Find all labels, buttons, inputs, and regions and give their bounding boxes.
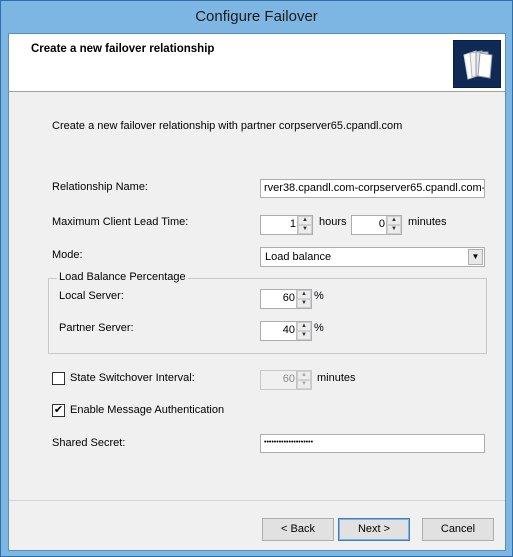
spin-up-icon[interactable]: ▲	[297, 322, 311, 331]
mclt-minutes-stepper[interactable]: 0 ▲ ▼	[351, 215, 402, 235]
spin-down-icon[interactable]: ▼	[297, 331, 311, 340]
mode-value: Load balance	[265, 251, 332, 263]
mode-select[interactable]: Load balance ▼	[260, 247, 485, 267]
mclt-hours-stepper[interactable]: 1 ▲ ▼	[260, 215, 313, 235]
partner-server-label: Partner Server:	[59, 322, 134, 334]
intro-text: Create a new failover relationship with …	[52, 120, 403, 132]
mclt-minutes-value: 0	[378, 218, 385, 230]
mclt-hours-value: 1	[289, 218, 296, 230]
local-percent-sign: %	[314, 290, 324, 302]
checkmark-icon: ✔	[53, 404, 64, 416]
mode-label: Mode:	[52, 249, 83, 261]
partner-server-value: 40	[282, 324, 295, 336]
page-title: Create a new failover relationship	[31, 43, 215, 55]
wizard-header: Create a new failover relationship	[9, 34, 505, 92]
minutes-label: minutes	[408, 216, 447, 228]
state-switchover-value: 60	[282, 373, 295, 385]
hours-label: hours	[319, 216, 347, 228]
folders-icon	[453, 40, 501, 88]
load-balance-legend: Load Balance Percentage	[57, 271, 188, 283]
next-button[interactable]: Next >	[338, 518, 410, 541]
message-auth-checkbox[interactable]: ✔	[52, 404, 65, 417]
shared-secret-label: Shared Secret:	[52, 437, 126, 449]
local-server-stepper[interactable]: 60 ▲ ▼	[260, 289, 312, 309]
spin-up-icon[interactable]: ▲	[297, 290, 311, 299]
spin-down-icon[interactable]: ▼	[298, 225, 312, 234]
window-title: Configure Failover	[1, 1, 512, 33]
chevron-down-icon[interactable]: ▼	[468, 249, 483, 265]
state-switchover-checkbox[interactable]	[52, 372, 65, 385]
state-switchover-stepper[interactable]: 60 ▲ ▼	[260, 370, 312, 390]
message-auth-label: Enable Message Authentication	[70, 404, 225, 416]
configure-failover-window: Configure Failover Create a new failover…	[0, 0, 513, 557]
local-server-label: Local Server:	[59, 290, 124, 302]
partner-server-stepper[interactable]: 40 ▲ ▼	[260, 321, 312, 341]
spin-down-icon[interactable]: ▼	[387, 225, 401, 234]
spin-down-icon: ▼	[297, 380, 311, 389]
spin-up-icon[interactable]: ▲	[298, 216, 312, 225]
partner-percent-sign: %	[314, 322, 324, 334]
mclt-label: Maximum Client Lead Time:	[52, 216, 189, 228]
local-server-value: 60	[282, 292, 295, 304]
back-button[interactable]: < Back	[262, 518, 334, 541]
state-switchover-unit: minutes	[317, 372, 356, 384]
spin-up-icon: ▲	[297, 371, 311, 380]
relationship-name-label: Relationship Name:	[52, 181, 148, 193]
shared-secret-input[interactable]: ••••••••••••••••••••	[260, 434, 485, 453]
state-switchover-label: State Switchover Interval:	[70, 372, 195, 384]
dialog-body: Create a new failover relationship Creat…	[8, 33, 506, 551]
spin-up-icon[interactable]: ▲	[387, 216, 401, 225]
spin-down-icon[interactable]: ▼	[297, 299, 311, 308]
cancel-button[interactable]: Cancel	[422, 518, 494, 541]
relationship-name-input[interactable]: rver38.cpandl.com-corpserver65.cpandl.co…	[260, 179, 485, 198]
